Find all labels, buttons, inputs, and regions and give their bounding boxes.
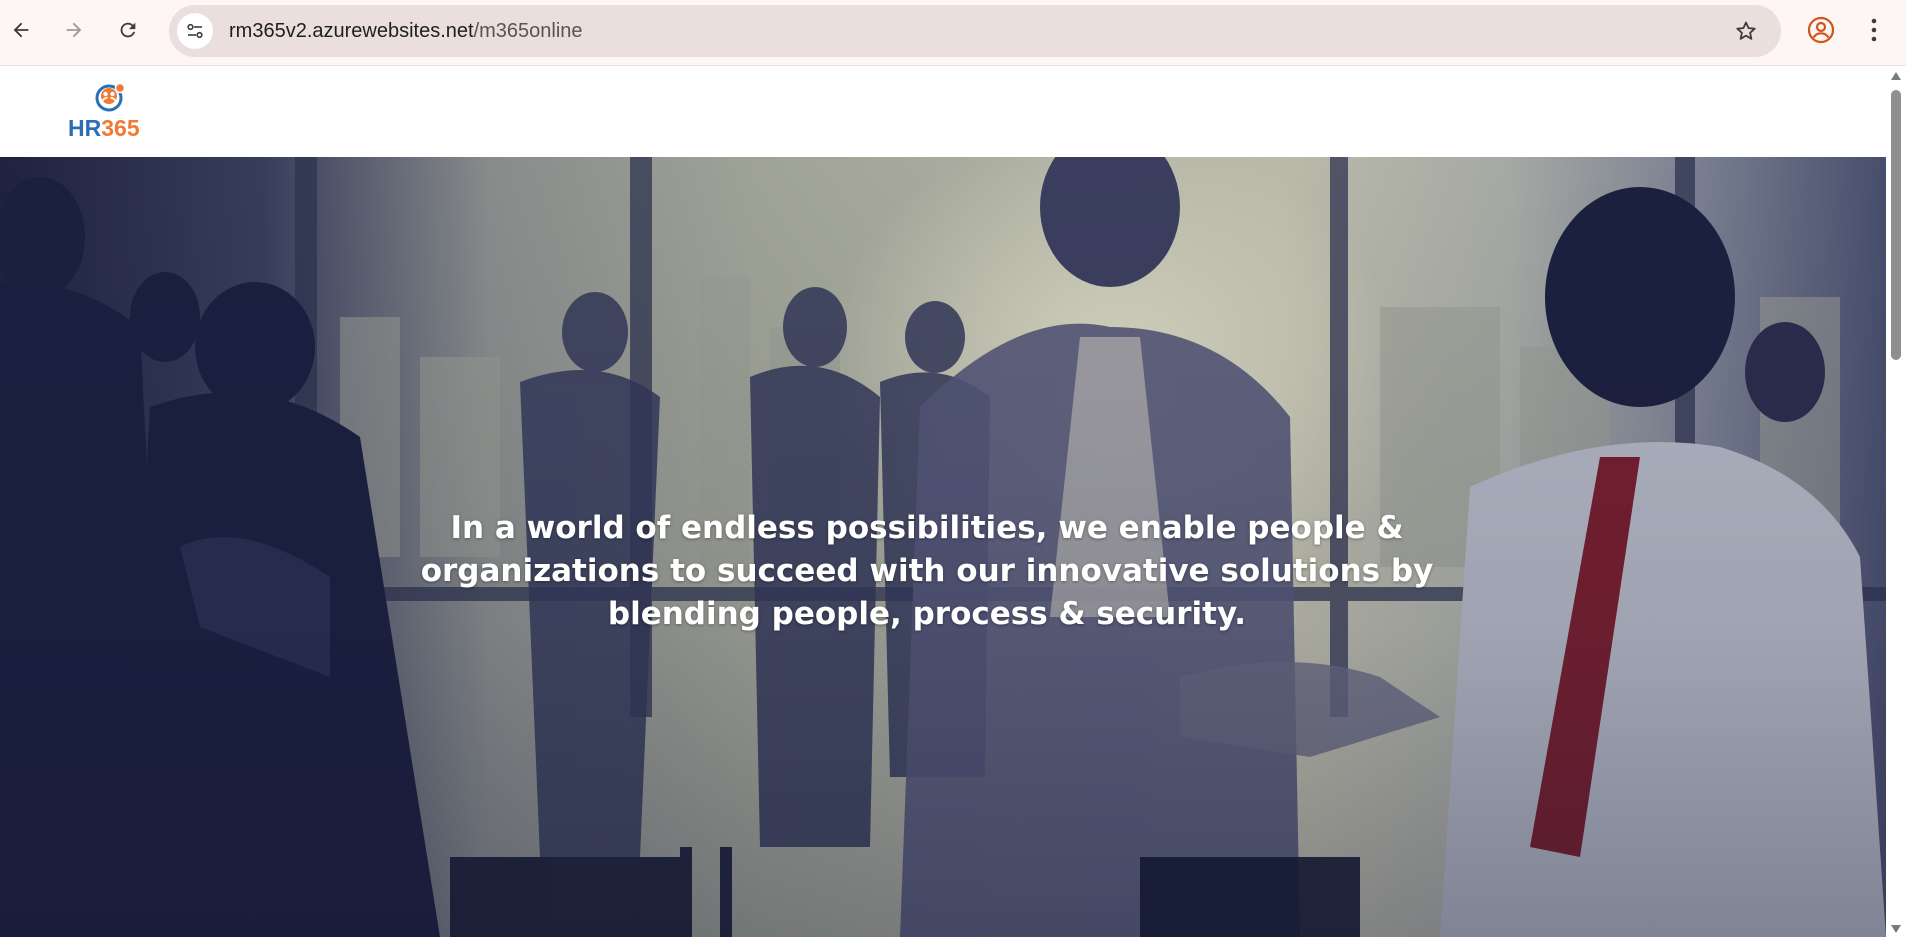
logo-hr: HR (68, 115, 102, 141)
site-info-button[interactable] (177, 13, 213, 49)
tune-icon (187, 23, 203, 39)
arrow-left-icon (13, 22, 29, 38)
hero-banner: In a world of endless possibilities, we … (0, 157, 1886, 937)
more-vertical-icon (1871, 18, 1877, 42)
bookmark-button[interactable] (1733, 18, 1759, 44)
url-host: rm365v2.azurewebsites.net (229, 19, 474, 42)
site-header: HR365 (0, 66, 1886, 157)
people-circle-icon (95, 82, 126, 112)
url-text[interactable]: rm365v2.azurewebsites.net/m365online (229, 20, 583, 43)
reload-icon (120, 22, 136, 38)
hero-headline: In a world of endless possibilities, we … (420, 510, 1434, 632)
hr365-logo[interactable]: HR365 (68, 82, 152, 146)
address-bar[interactable]: rm365v2.azurewebsites.net/m365online (169, 5, 1781, 57)
reload-button[interactable] (111, 13, 145, 47)
browser-menu-button[interactable] (1862, 14, 1886, 46)
page-scrollbar[interactable] (1886, 66, 1906, 937)
profile-button[interactable] (1805, 14, 1837, 46)
arrow-right-icon (66, 22, 82, 38)
account-circle-icon (1807, 16, 1835, 44)
star-icon (1736, 21, 1756, 40)
forward-button[interactable] (57, 13, 91, 47)
page-viewport: HR365 In a world of endless possibilitie… (0, 66, 1886, 937)
browser-toolbar: rm365v2.azurewebsites.net/m365online (0, 0, 1906, 66)
scroll-up-arrow-icon[interactable] (1890, 70, 1902, 82)
scrollbar-thumb[interactable] (1891, 90, 1901, 360)
back-button[interactable] (4, 13, 38, 47)
logo-wordmark: HR365 (68, 115, 140, 141)
url-path: /m365online (473, 19, 583, 42)
logo-365: 365 (101, 115, 140, 141)
scroll-down-arrow-icon[interactable] (1890, 923, 1902, 935)
